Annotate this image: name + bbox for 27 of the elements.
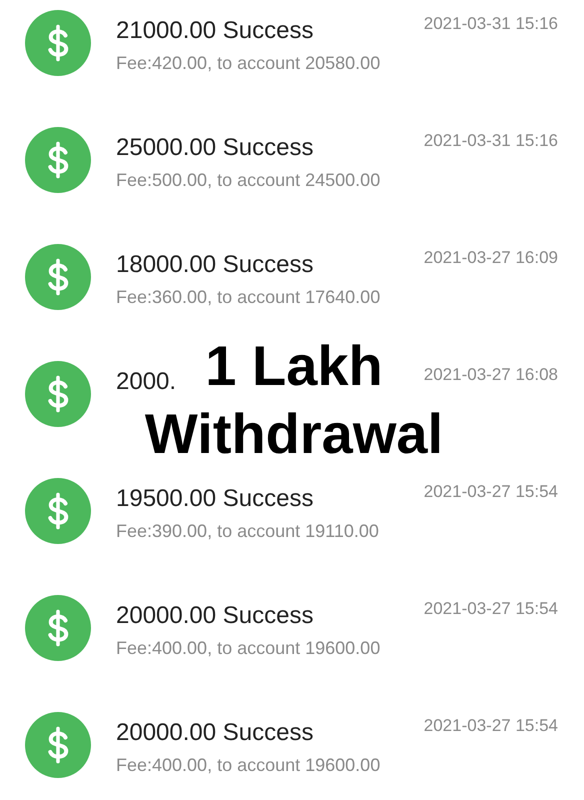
amount-status: 19500.00 Success (116, 484, 314, 514)
dollar-icon (25, 712, 91, 778)
amount-status: 20000.00 Success (116, 601, 314, 631)
fee-details: Fee:420.00, to account 20580.00 (116, 52, 382, 74)
dollar-icon (25, 127, 91, 193)
dollar-icon (25, 478, 91, 544)
timestamp: 2021-03-27 15:54 (424, 481, 558, 502)
dollar-icon (25, 361, 91, 427)
timestamp: 2021-03-31 15:16 (424, 130, 558, 151)
timestamp: 2021-03-27 16:09 (424, 247, 558, 268)
timestamp: 2021-03-27 15:54 (424, 598, 558, 619)
dollar-icon (25, 10, 91, 76)
dollar-icon (25, 244, 91, 310)
timestamp: 2021-03-27 15:54 (424, 715, 558, 736)
fee-details: Fee:390.00, to account 19110.00 (116, 520, 380, 542)
amount-status: 18000.00 Success (116, 250, 314, 280)
dollar-icon (25, 595, 91, 661)
fee-details: Fee:400.00, to account 19600.00 (116, 754, 382, 776)
timestamp: 2021-03-27 16:08 (424, 364, 558, 385)
amount-status: 2000. (116, 367, 178, 397)
amount-status: 21000.00 Success (116, 16, 314, 46)
amount-status: 20000.00 Success (116, 718, 314, 748)
timestamp: 2021-03-31 15:16 (424, 13, 558, 34)
fee-details: Fee:360.00, to account 17640.00 (116, 286, 382, 308)
fee-details: Fee:400.00, to account 19600.00 (116, 637, 382, 659)
amount-status: 25000.00 Success (116, 133, 314, 163)
fee-details: Fee:500.00, to account 24500.00 (116, 169, 382, 191)
